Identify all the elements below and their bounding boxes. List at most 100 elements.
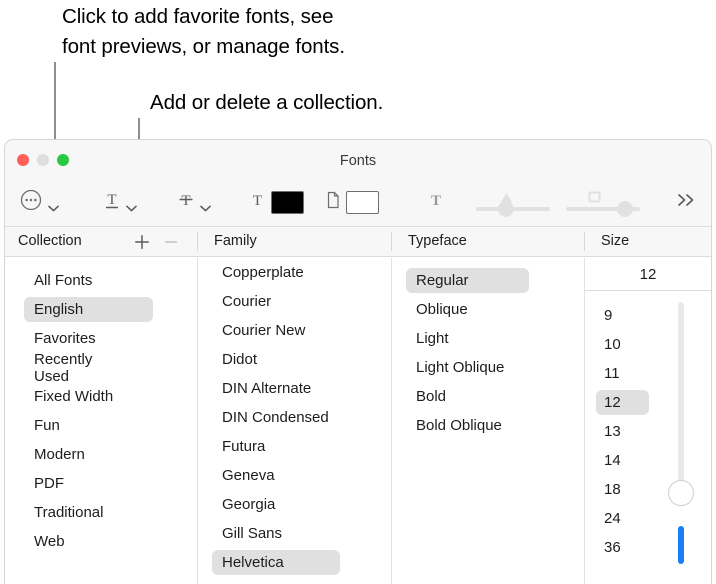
size-item-label: 18 (604, 481, 621, 498)
document-color-swatch[interactable] (346, 191, 379, 214)
double-chevron-right-icon (676, 192, 698, 213)
minus-icon (164, 241, 178, 243)
remove-collection-button[interactable] (160, 231, 182, 253)
document-color-button[interactable] (326, 189, 379, 216)
list-item[interactable]: Courier (212, 287, 391, 316)
list-item[interactable]: English (24, 295, 197, 324)
list-item[interactable]: DIN Alternate (212, 374, 391, 403)
size-column: 12 9 10 11 12 13 14 18 24 36 (585, 258, 711, 584)
collection-item-label: Recently Used (34, 350, 93, 385)
family-item-label: Gill Sans (222, 525, 283, 542)
shadow-opacity-slider[interactable] (476, 190, 550, 217)
family-item-label: Geneva (222, 467, 275, 484)
add-collection-button[interactable] (131, 231, 153, 253)
window-title: Fonts (339, 153, 377, 169)
list-item[interactable]: Modern (24, 440, 197, 469)
text-color-button[interactable]: T (249, 189, 304, 216)
typeface-item-label: Regular (406, 268, 529, 293)
list-item[interactable]: Regular (406, 266, 584, 295)
list-item[interactable]: 10 (596, 330, 711, 359)
list-item[interactable]: Bold Oblique (406, 411, 584, 440)
column-header-size: Size (601, 233, 630, 249)
list-item[interactable]: 14 (596, 446, 711, 475)
text-shadow-toggle-button[interactable]: T (426, 189, 446, 216)
list-item[interactable]: Geneva (212, 461, 391, 490)
callout-favorite-fonts-line-2: font previews, or manage fonts. (62, 35, 345, 58)
shadow-blur-slider[interactable] (566, 190, 640, 217)
typeface-list: Regular Oblique Light Light Oblique Bold… (392, 258, 584, 440)
fonts-toolbar: T T T T (5, 180, 711, 225)
size-item-label: 13 (604, 423, 621, 440)
list-item[interactable]: PDF (24, 469, 197, 498)
column-header-bar: Collection Family Typeface Size (5, 227, 711, 257)
list-item[interactable]: All Fonts (24, 266, 197, 295)
typeface-column[interactable]: Regular Oblique Light Light Oblique Bold… (392, 258, 585, 584)
size-list: 9 10 11 12 13 14 18 24 36 (585, 291, 711, 562)
column-divider (197, 232, 198, 251)
list-item[interactable]: DIN Condensed (212, 403, 391, 432)
size-item-label: 10 (604, 336, 621, 353)
callout-favorite-fonts-line-1: Click to add favorite fonts, see (62, 5, 334, 28)
list-item[interactable]: Recently Used (24, 350, 197, 385)
typeface-item-label: Bold (416, 388, 447, 405)
list-item[interactable]: Web (24, 527, 197, 556)
size-slider-track-lower (678, 526, 684, 564)
list-item[interactable]: Fun (24, 411, 197, 440)
list-item[interactable]: Light (406, 324, 584, 353)
list-item[interactable]: Futura (212, 432, 391, 461)
fonts-columns: All Fonts English Favorites Recently Use… (5, 258, 711, 584)
family-item-label: Georgia (222, 496, 276, 513)
list-item[interactable]: Traditional (24, 498, 197, 527)
list-item[interactable]: Light Oblique (406, 353, 584, 382)
size-input[interactable]: 12 (585, 258, 711, 291)
family-item-label: Didot (222, 351, 258, 368)
size-item-label: 24 (604, 510, 621, 527)
list-item[interactable]: Favorites (24, 324, 197, 353)
list-item[interactable]: Georgia (212, 490, 391, 519)
list-item[interactable]: Copperplate (212, 258, 391, 287)
collection-item-label: English (24, 297, 154, 322)
underline-button[interactable]: T (103, 189, 137, 216)
plus-icon (135, 235, 149, 249)
typeface-item-label: Bold Oblique (416, 417, 502, 434)
family-column[interactable]: Copperplate Courier Courier New Didot DI… (198, 258, 392, 584)
family-item-label: Courier (222, 293, 272, 310)
column-header-typeface: Typeface (408, 233, 467, 249)
list-item[interactable]: 9 (596, 301, 711, 330)
text-color-swatch[interactable] (271, 191, 304, 214)
callout-add-delete-collection: Add or delete a collection. (150, 88, 383, 118)
list-item[interactable]: Fixed Width (24, 382, 197, 411)
list-item[interactable]: 11 (596, 359, 711, 388)
strikethrough-T-icon: T (177, 189, 195, 216)
collection-item-label: Web (34, 533, 65, 550)
list-item[interactable]: 13 (596, 417, 711, 446)
bold-T-icon: T (426, 189, 446, 216)
list-item[interactable]: Bold (406, 382, 584, 411)
collection-item-label: Fixed Width (34, 388, 114, 405)
list-item[interactable]: Oblique (406, 295, 584, 324)
toolbar-overflow-button[interactable] (676, 192, 698, 213)
strikethrough-button[interactable]: T (177, 189, 211, 216)
list-item[interactable]: Didot (212, 345, 391, 374)
column-header-collection: Collection (18, 233, 82, 249)
list-item[interactable]: Helvetica (212, 548, 391, 577)
list-item[interactable]: 12 (596, 388, 711, 417)
typeface-item-label: Light (416, 330, 449, 347)
family-item-label: Courier New (222, 322, 306, 339)
action-menu-button[interactable] (19, 188, 59, 217)
list-item[interactable]: 24 (596, 504, 711, 533)
size-slider-knob[interactable] (668, 480, 694, 506)
list-item[interactable]: Courier New (212, 316, 391, 345)
family-list: Copperplate Courier Courier New Didot DI… (198, 258, 391, 577)
size-item-label: 12 (596, 390, 649, 415)
ellipsis-circle-icon (19, 188, 43, 217)
collection-item-label: Traditional (34, 504, 104, 521)
list-item[interactable]: Gill Sans (212, 519, 391, 548)
collection-item-label: PDF (34, 475, 64, 492)
slider-knob[interactable] (617, 200, 633, 217)
list-item[interactable]: 36 (596, 533, 711, 562)
page-icon (326, 189, 341, 216)
size-slider[interactable] (668, 302, 694, 584)
collection-item-label: Fun (34, 417, 60, 434)
column-divider (584, 232, 585, 251)
